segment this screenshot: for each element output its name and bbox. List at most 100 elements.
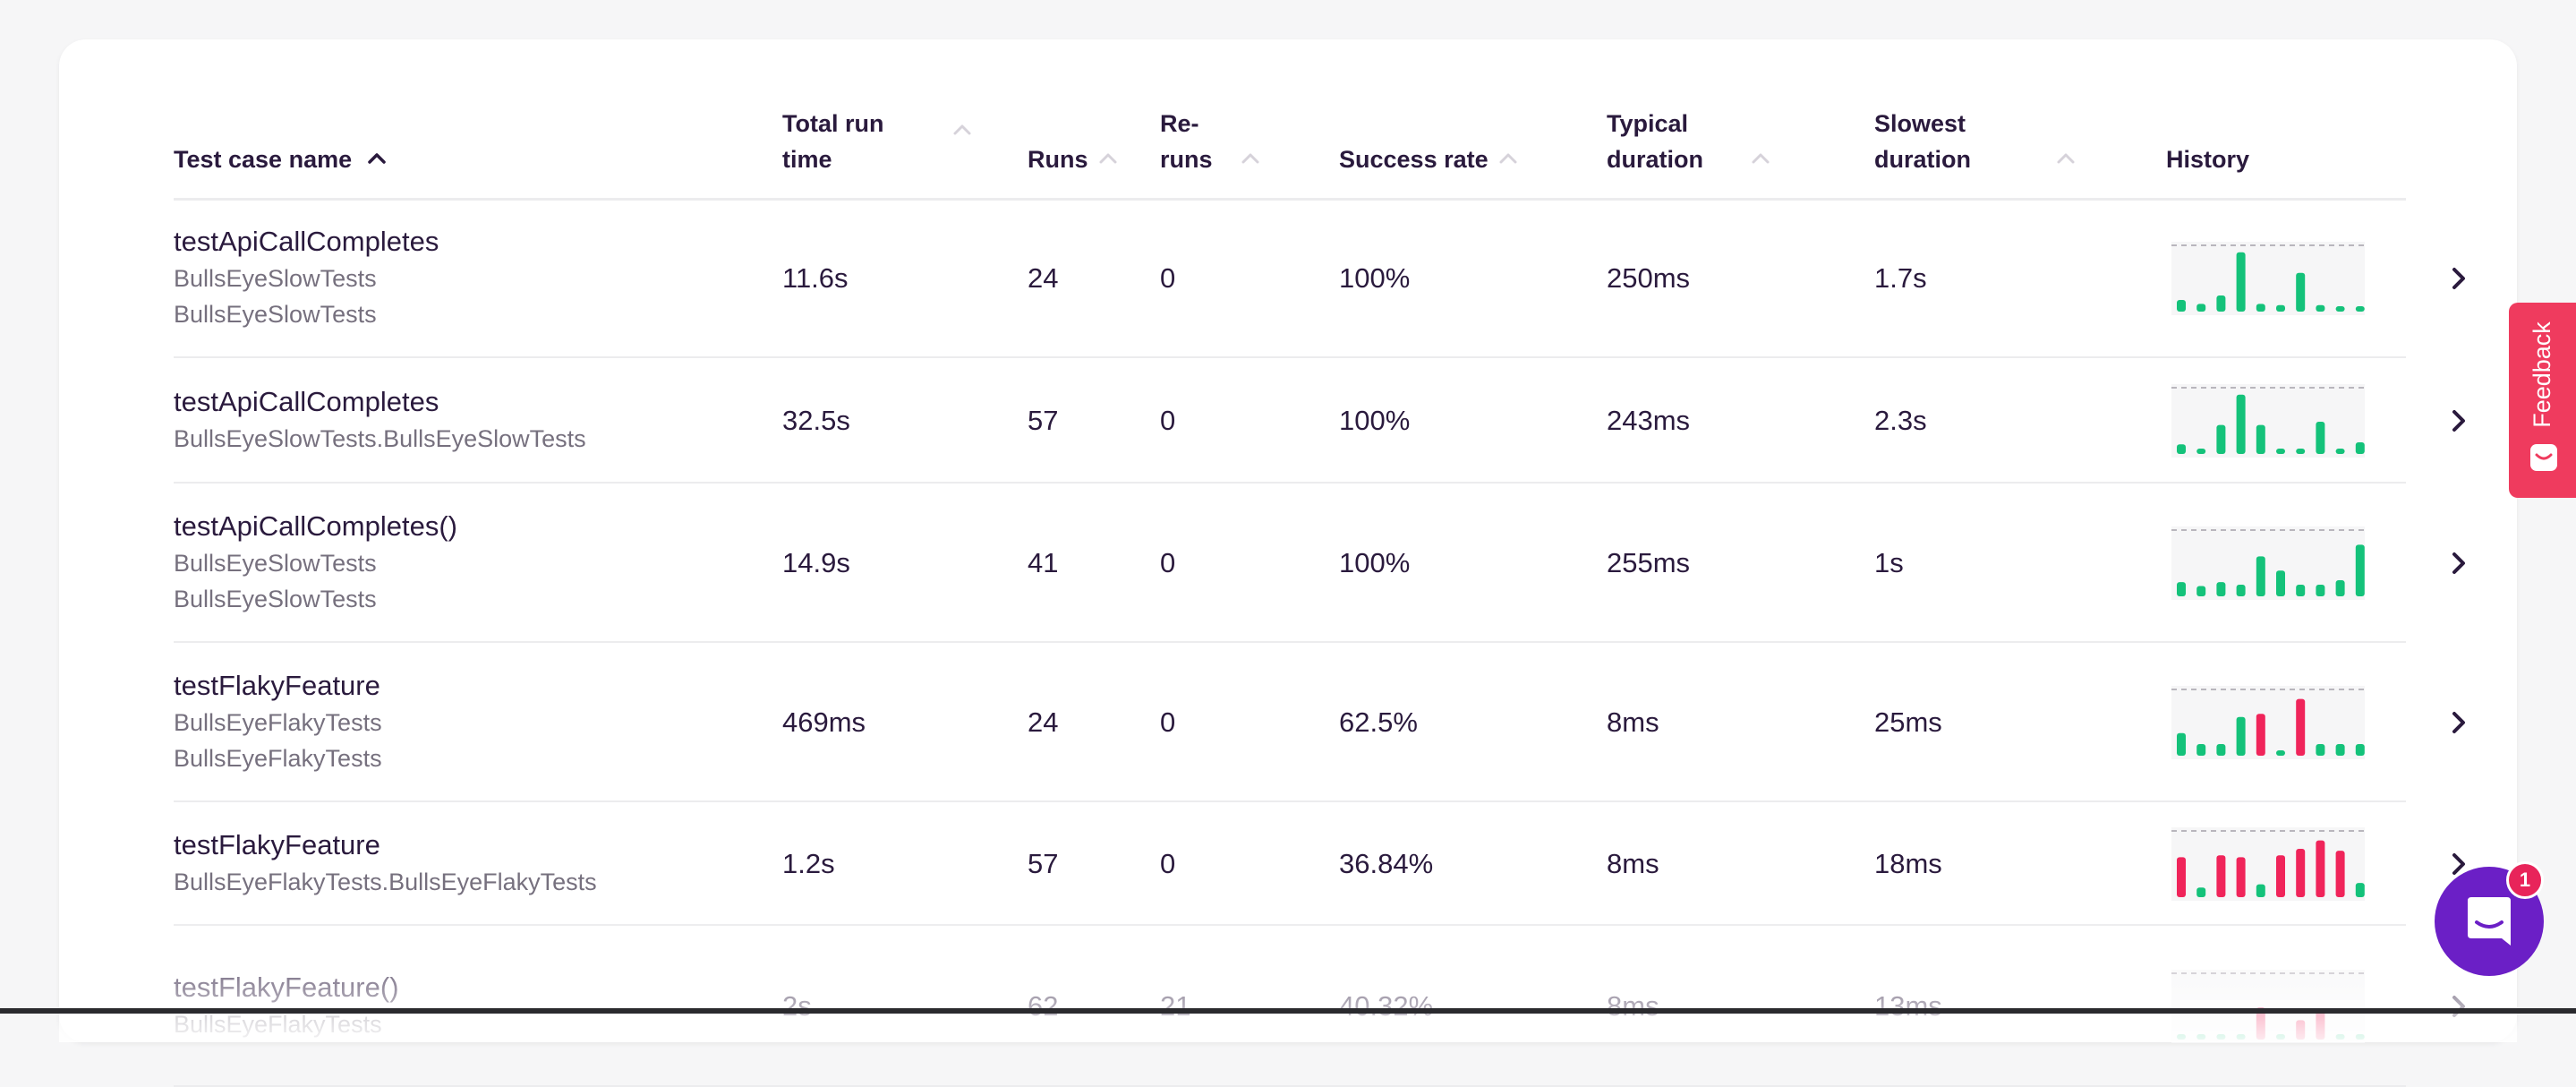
test-case-suite: BullsEyeFlakyTests (174, 745, 382, 772)
history-chart (2171, 689, 2365, 756)
row-details-chevron-icon[interactable] (2444, 263, 2474, 294)
row-details-chevron-icon[interactable] (2444, 406, 2474, 436)
row-details-chevron-icon[interactable] (2444, 548, 2474, 578)
column-header-reruns[interactable]: Re-runs (1160, 39, 1263, 199)
table-row[interactable]: testFlakyFeature BullsEyeFlakyTests Bull… (59, 643, 2517, 802)
success-rate-cell: 100% (1339, 262, 1411, 294)
history-sparkline (2171, 686, 2365, 759)
history-bar (2236, 1034, 2246, 1040)
sort-caret-icon[interactable] (1096, 145, 1121, 170)
slowest-duration-cell: 2.3s (1874, 405, 1927, 436)
success-rate-cell: 62.5% (1339, 706, 1418, 738)
history-bar (2276, 570, 2285, 596)
slowest-duration-cell: 25ms (1874, 706, 1942, 738)
test-case-name-cell: testFlakyFeature BullsEyeFlakyTests.Bull… (174, 826, 597, 900)
test-case-class: BullsEyeFlakyTests (174, 709, 382, 736)
slowest-duration-cell: 1s (1874, 547, 1904, 578)
history-chart (2171, 830, 2365, 897)
history-bar (2256, 884, 2265, 897)
test-case-title: testApiCallCompletes() (174, 510, 457, 542)
history-bar (2236, 857, 2246, 897)
history-bar (2196, 449, 2206, 454)
history-bar (2296, 698, 2306, 756)
history-bar (2296, 272, 2306, 312)
history-bar (2276, 304, 2285, 312)
history-bar (2236, 585, 2246, 596)
history-bar (2276, 1034, 2285, 1040)
success-rate-cell: 40.32% (1339, 990, 1434, 1022)
reruns-cell: 0 (1160, 262, 1176, 294)
row-details-chevron-icon[interactable] (2444, 707, 2474, 738)
history-bar (2355, 883, 2365, 897)
history-bar (2355, 442, 2365, 454)
table-header: Test case name Total run time Runs Re-run… (59, 39, 2517, 199)
sort-caret-icon[interactable] (2053, 145, 2078, 170)
test-case-name-cell: testApiCallCompletes() BullsEyeSlowTests… (174, 508, 457, 617)
history-bar (2316, 840, 2325, 897)
history-bar (2335, 580, 2345, 596)
history-bar (2177, 732, 2186, 756)
test-case-title: testApiCallCompletes (174, 386, 439, 417)
table-row[interactable]: testApiCallCompletes BullsEyeSlowTests B… (59, 199, 2517, 358)
sort-caret-icon[interactable] (1238, 145, 1263, 170)
history-chart (2171, 244, 2365, 312)
test-case-suite: BullsEyeSlowTests (174, 586, 377, 612)
table-row[interactable]: testFlakyFeature BullsEyeFlakyTests.Bull… (59, 802, 2517, 926)
reruns-cell: 21 (1160, 990, 1191, 1022)
column-header-runs[interactable]: Runs (1028, 39, 1121, 199)
typical-duration-cell: 250ms (1607, 262, 1691, 294)
history-bar (2296, 1020, 2306, 1040)
history-sparkline (2171, 970, 2365, 1043)
history-bar (2196, 887, 2206, 897)
history-bar (2316, 1010, 2325, 1040)
test-case-suite: BullsEyeSlowTests (174, 301, 377, 328)
column-label-history: History (2166, 146, 2250, 173)
total-run-time-cell: 32.5s (782, 405, 850, 436)
history-bar (2256, 714, 2265, 756)
runs-cell: 57 (1028, 848, 1059, 879)
sort-caret-icon[interactable] (1748, 145, 1773, 170)
history-chart (2171, 972, 2365, 1040)
sort-caret-icon[interactable] (950, 116, 975, 141)
history-bar (2296, 449, 2306, 454)
test-case-name-cell: testApiCallCompletes BullsEyeSlowTests B… (174, 223, 439, 332)
runs-cell: 62 (1028, 990, 1059, 1022)
history-sparkline (2171, 242, 2365, 315)
history-bar (2196, 586, 2206, 596)
sort-caret-icon[interactable] (1496, 145, 1521, 170)
history-bar (2335, 1034, 2345, 1040)
test-case-title: testApiCallCompletes (174, 226, 439, 257)
test-case-name-cell: testFlakyFeature() BullsEyeFlakyTests (174, 969, 399, 1042)
window-bottom-edge (0, 1008, 2576, 1014)
feedback-tab[interactable]: Feedback (2509, 303, 2576, 498)
history-bar (2256, 424, 2265, 454)
column-header-typical-duration[interactable]: Typical duration (1607, 39, 1773, 199)
test-cases-card: Test case name Total run time Runs Re-run… (59, 39, 2517, 1087)
history-bar (2177, 1034, 2186, 1040)
table-row[interactable]: testFlakyFeature() BullsEyeFlakyTests 2s… (59, 926, 2517, 1087)
history-bar (2355, 306, 2365, 312)
table-row[interactable]: testApiCallCompletes BullsEyeSlowTests.B… (59, 358, 2517, 484)
runs-cell: 41 (1028, 547, 1059, 578)
typical-duration-cell: 8ms (1607, 848, 1659, 879)
runs-cell: 24 (1028, 262, 1059, 294)
total-run-time-cell: 2s (782, 990, 812, 1022)
column-header-history: History (2166, 39, 2249, 199)
sort-asc-icon[interactable] (364, 145, 389, 170)
history-bar (2177, 444, 2186, 454)
column-label-reruns: Re-runs (1160, 110, 1213, 173)
column-header-name[interactable]: Test case name (174, 39, 389, 199)
row-details-chevron-icon[interactable] (2444, 991, 2474, 1022)
history-bar (2316, 422, 2325, 454)
history-bar (2335, 851, 2345, 897)
column-header-slowest-duration[interactable]: Slowest duration (1874, 39, 2078, 199)
column-header-total-run-time[interactable]: Total run time (782, 39, 975, 199)
reruns-cell: 0 (1160, 547, 1176, 578)
table-row[interactable]: testApiCallCompletes() BullsEyeSlowTests… (59, 484, 2517, 643)
history-bar (2216, 424, 2226, 454)
test-case-name-cell: testApiCallCompletes BullsEyeSlowTests.B… (174, 383, 586, 457)
typical-duration-cell: 243ms (1607, 405, 1691, 436)
column-header-success-rate[interactable]: Success rate (1339, 39, 1521, 199)
typical-duration-cell: 8ms (1607, 706, 1659, 738)
test-case-class: BullsEyeSlowTests (174, 265, 377, 292)
